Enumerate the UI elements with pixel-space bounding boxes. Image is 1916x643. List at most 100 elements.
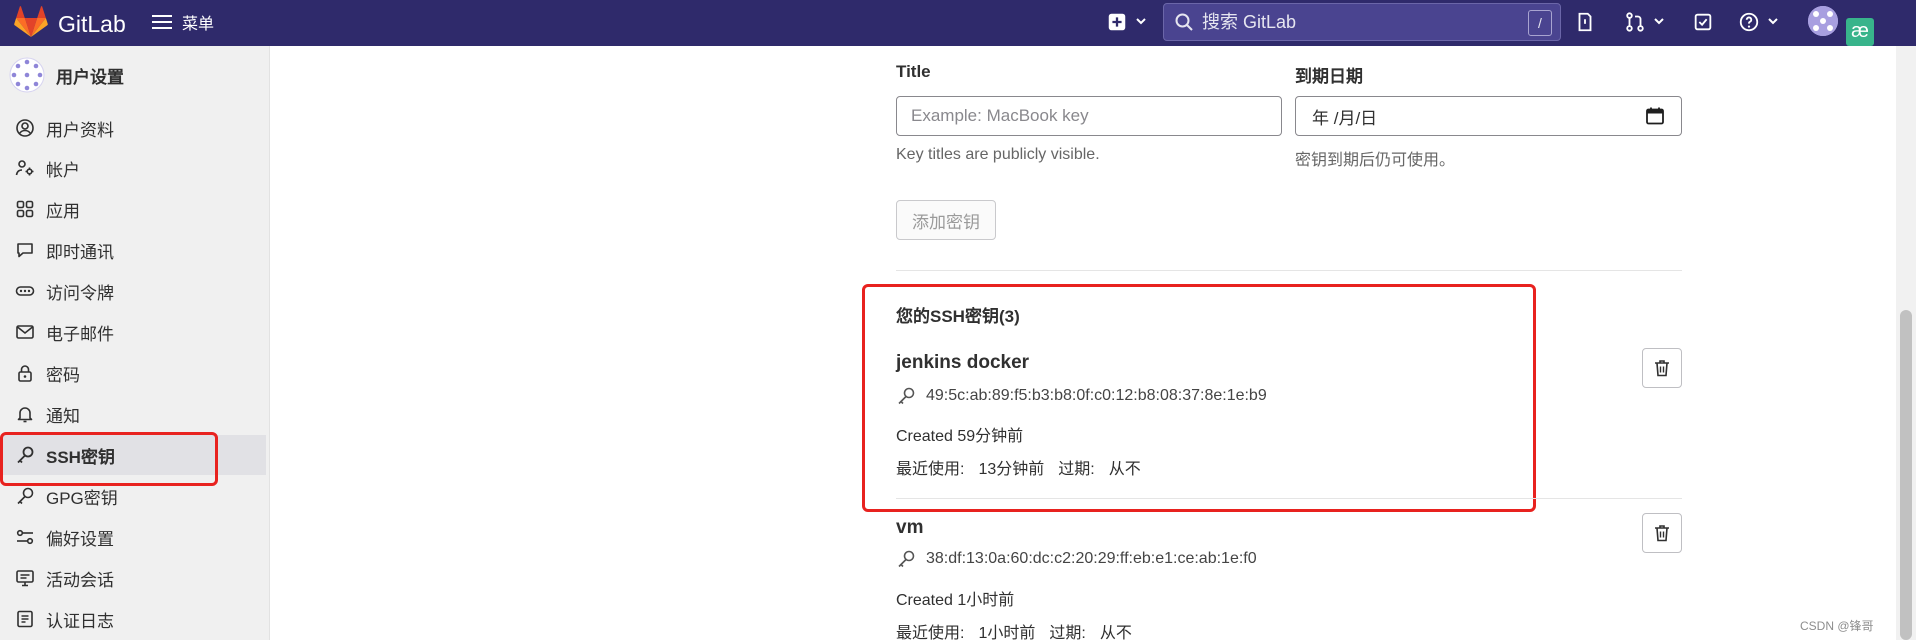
trash-icon xyxy=(1655,525,1669,542)
merge-request-icon xyxy=(1626,12,1644,32)
expires-label: 过期: xyxy=(1049,625,1086,642)
ssh-key-fingerprint: 49:5c:ab:89:f5:b3:b8:0f:c0:12:b8:08:37:8… xyxy=(896,386,1267,406)
ssh-keys-section-title: 您的SSH密钥(3) xyxy=(896,307,1020,326)
token-icon xyxy=(14,280,36,302)
expires-value: 从不 xyxy=(1108,461,1141,478)
sidebar-item-password[interactable]: 密码 xyxy=(0,353,266,393)
new-item-dropdown[interactable] xyxy=(1106,11,1130,35)
sidebar-item-label: SSH密钥 xyxy=(46,447,115,467)
expiry-date-input[interactable]: 年 /月/日 xyxy=(1295,96,1682,136)
chevron-down-icon xyxy=(1768,18,1778,25)
sidebar-item-label: 访问令牌 xyxy=(46,283,114,303)
key-icon xyxy=(14,485,36,507)
monitor-icon xyxy=(14,567,36,589)
add-key-button[interactable]: 添加密钥 xyxy=(896,200,996,240)
key-icon xyxy=(898,387,915,405)
sidebar-item-preferences[interactable]: 偏好设置 xyxy=(0,517,266,557)
chat-bubble-icon xyxy=(14,239,36,261)
ssh-key-created: Created 1小时前 xyxy=(896,592,1015,609)
sidebar-item-access-tokens[interactable]: 访问令牌 xyxy=(0,271,266,311)
user-settings-avatar-icon xyxy=(9,57,45,93)
search-input[interactable] xyxy=(1200,10,1524,34)
preferences-icon xyxy=(14,526,36,548)
user-circle-icon xyxy=(14,117,36,139)
sidebar-item-applications[interactable]: 应用 xyxy=(0,189,266,229)
sidebar-header[interactable]: 用户设置 xyxy=(8,56,124,94)
expiry-date-value: 年 /月/日 xyxy=(1312,108,1378,128)
chevron-down-icon xyxy=(1654,18,1664,25)
watermark-text: CSDN @锋哥 xyxy=(1800,619,1874,633)
gitlab-home-link[interactable]: GitLab xyxy=(14,6,126,43)
sidebar-item-label: 活动会话 xyxy=(46,570,114,590)
todo-check-icon xyxy=(1694,13,1712,31)
help-dropdown[interactable] xyxy=(1738,11,1762,35)
sidebar-item-gpg-keys[interactable]: GPG密钥 xyxy=(0,476,266,516)
mail-icon xyxy=(14,321,36,343)
fingerprint-text: 49:5c:ab:89:f5:b3:b8:0f:c0:12:b8:08:37:8… xyxy=(926,387,1267,404)
menu-label: 菜单 xyxy=(182,16,215,33)
delete-key-button[interactable] xyxy=(1642,348,1682,388)
search-box[interactable]: / xyxy=(1163,3,1561,41)
sidebar-item-profile[interactable]: 用户资料 xyxy=(0,108,266,148)
sidebar-item-label: 密码 xyxy=(46,365,80,385)
sidebar-item-label: 电子邮件 xyxy=(46,324,114,344)
sidebar-item-label: 认证日志 xyxy=(46,611,114,631)
last-used-value: 1小时前 xyxy=(978,625,1036,642)
sidebar-item-label: 应用 xyxy=(46,201,80,221)
sidebar-item-label: 帐户 xyxy=(46,160,80,180)
sidebar-item-label: 即时通讯 xyxy=(46,242,114,262)
issues-button[interactable] xyxy=(1574,11,1598,35)
sidebar-item-label: 偏好设置 xyxy=(46,529,114,549)
help-question-icon xyxy=(1739,12,1759,32)
last-used-value: 13分钟前 xyxy=(978,461,1045,478)
lock-icon xyxy=(14,362,36,384)
sidebar-item-emails[interactable]: 电子邮件 xyxy=(0,312,266,352)
calendar-icon[interactable] xyxy=(1645,106,1665,126)
sidebar-item-auth-log[interactable]: 认证日志 xyxy=(0,599,266,639)
sidebar-item-active-sessions[interactable]: 活动会话 xyxy=(0,558,266,598)
last-used-label: 最近使用: xyxy=(896,461,965,478)
key-title-input[interactable] xyxy=(896,96,1282,136)
bell-icon xyxy=(14,403,36,425)
sidebar-item-label: 通知 xyxy=(46,406,80,426)
last-used-label: 最近使用: xyxy=(896,625,965,642)
ssh-key-usage: 最近使用: 13分钟前 过期: 从不 xyxy=(896,455,1155,479)
todos-button[interactable] xyxy=(1692,11,1716,35)
expires-label: 过期: xyxy=(1058,461,1095,478)
ssh-key-title[interactable]: vm xyxy=(896,517,923,539)
search-icon xyxy=(1175,13,1193,31)
expiry-date-label: 到期日期 xyxy=(1295,67,1363,86)
expiry-hint: 密钥到期后仍可使用。 xyxy=(1295,152,1456,169)
apps-grid-icon xyxy=(14,198,36,220)
user-settings-sidebar: 用户设置 用户资料 帐户 应用 即时通讯 访问令牌 电子邮件 密码 通知 SSH… xyxy=(0,46,270,640)
top-navigation-bar: GitLab 菜单 / æ xyxy=(0,0,1916,46)
sidebar-item-notifications[interactable]: 通知 xyxy=(0,394,266,434)
merge-requests-dropdown[interactable] xyxy=(1624,11,1648,35)
user-avatar[interactable] xyxy=(1808,6,1838,36)
expires-value: 从不 xyxy=(1099,625,1132,642)
sidebar-item-chat[interactable]: 即时通讯 xyxy=(0,230,266,270)
scrollbar-thumb[interactable] xyxy=(1900,310,1912,640)
key-icon xyxy=(898,550,915,568)
ssh-key-title[interactable]: jenkins docker xyxy=(896,352,1029,374)
hamburger-icon xyxy=(152,11,172,33)
sidebar-title: 用户设置 xyxy=(56,67,124,87)
avatar-pattern-icon xyxy=(1808,6,1838,36)
account-gear-icon xyxy=(14,157,36,179)
main-menu-button[interactable]: 菜单 xyxy=(152,10,214,34)
sidebar-item-account[interactable]: 帐户 xyxy=(0,148,266,188)
log-icon xyxy=(14,608,36,630)
ssh-key-fingerprint: 38:df:13:0a:60:dc:c2:20:29:ff:eb:e1:ce:a… xyxy=(896,549,1257,569)
sidebar-item-ssh-keys[interactable]: SSH密钥 xyxy=(0,435,266,475)
ssh-key-created: Created 59分钟前 xyxy=(896,428,1024,445)
fingerprint-text: 38:df:13:0a:60:dc:c2:20:29:ff:eb:e1:ce:a… xyxy=(926,550,1257,567)
title-hint: Key titles are publicly visible. xyxy=(896,146,1100,163)
chevron-down-icon xyxy=(1136,18,1146,25)
key-divider xyxy=(896,498,1682,499)
key-icon xyxy=(14,444,36,466)
section-divider xyxy=(896,270,1682,271)
delete-key-button[interactable] xyxy=(1642,513,1682,553)
gitlab-logo-icon xyxy=(14,6,48,43)
browser-extension-badge[interactable]: æ xyxy=(1846,18,1874,46)
sidebar-item-label: 用户资料 xyxy=(46,120,114,140)
